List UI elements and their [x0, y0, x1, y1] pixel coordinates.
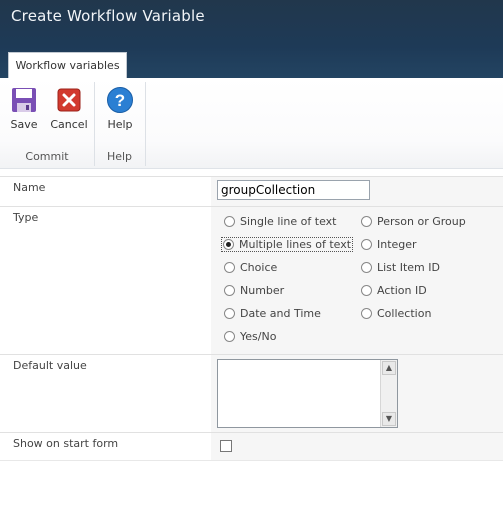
radio-button[interactable] — [361, 285, 372, 296]
ribbon-separator — [145, 82, 146, 166]
radio-single-line-of-text[interactable]: Single line of text — [224, 215, 336, 228]
radio-yes-no[interactable]: Yes/No — [224, 330, 276, 343]
default-value-label: Default value — [13, 359, 87, 372]
type-label: Type — [13, 211, 39, 224]
default-value-row: Default value ▲ ▼ — [0, 354, 503, 432]
radio-action-id[interactable]: Action ID — [361, 284, 427, 297]
scroll-up-arrow-icon[interactable]: ▲ — [382, 361, 396, 375]
radio-button[interactable] — [224, 216, 235, 227]
radio-integer[interactable]: Integer — [361, 238, 417, 251]
radio-button[interactable] — [361, 239, 372, 250]
save-label: Save — [10, 118, 38, 131]
name-input[interactable] — [217, 180, 370, 200]
floppy-disk-icon — [12, 88, 36, 112]
help-question-icon: ? — [107, 87, 133, 113]
title-bar: Create Workflow Variable Workflow variab… — [0, 0, 503, 78]
radio-button[interactable] — [224, 308, 235, 319]
help-label: Help — [107, 118, 133, 131]
radio-number[interactable]: Number — [224, 284, 284, 297]
help-button[interactable]: ? Help — [100, 86, 140, 131]
svg-text:?: ? — [115, 91, 125, 110]
radio-button-selected[interactable] — [223, 239, 234, 250]
radio-list-item-id[interactable]: List Item ID — [361, 261, 440, 274]
ribbon: Save Cancel ? Help Commit Help — [0, 78, 503, 169]
cancel-label: Cancel — [50, 118, 88, 131]
radio-button[interactable] — [361, 308, 372, 319]
scroll-down-arrow-icon[interactable]: ▼ — [382, 412, 396, 426]
cancel-x-icon — [57, 88, 81, 112]
radio-button[interactable] — [224, 262, 235, 273]
default-value-textarea[interactable]: ▲ ▼ — [217, 359, 398, 428]
textarea-scrollbar[interactable]: ▲ ▼ — [380, 360, 397, 427]
show-on-start-checkbox[interactable] — [220, 440, 232, 452]
radio-multiple-lines-of-text[interactable]: Multiple lines of text — [221, 237, 354, 252]
name-row: Name — [0, 176, 503, 206]
name-field-cell — [211, 177, 503, 206]
radio-date-and-time[interactable]: Date and Time — [224, 307, 321, 320]
default-value-field-cell: ▲ ▼ — [211, 355, 503, 432]
show-on-start-row: Show on start form — [0, 432, 503, 461]
radio-choice[interactable]: Choice — [224, 261, 277, 274]
name-label: Name — [13, 181, 46, 194]
type-field-cell: Single line of text Multiple lines of te… — [211, 207, 503, 354]
save-button[interactable]: Save — [4, 86, 44, 131]
radio-button[interactable] — [224, 331, 235, 342]
group-label-help: Help — [106, 150, 133, 163]
type-row: Type Single line of text Multiple lines … — [0, 206, 503, 354]
cancel-button[interactable]: Cancel — [49, 86, 89, 131]
radio-button[interactable] — [224, 285, 235, 296]
show-on-start-label: Show on start form — [13, 437, 119, 450]
window-title: Create Workflow Variable — [11, 7, 205, 25]
tab-workflow-variables[interactable]: Workflow variables — [8, 52, 127, 78]
variable-form: Name Type Single line of text Multiple l… — [0, 176, 503, 461]
radio-collection[interactable]: Collection — [361, 307, 431, 320]
group-label-commit: Commit — [25, 150, 69, 163]
radio-button[interactable] — [361, 216, 372, 227]
radio-button[interactable] — [361, 262, 372, 273]
show-on-start-field-cell — [211, 433, 503, 460]
radio-person-or-group[interactable]: Person or Group — [361, 215, 466, 228]
